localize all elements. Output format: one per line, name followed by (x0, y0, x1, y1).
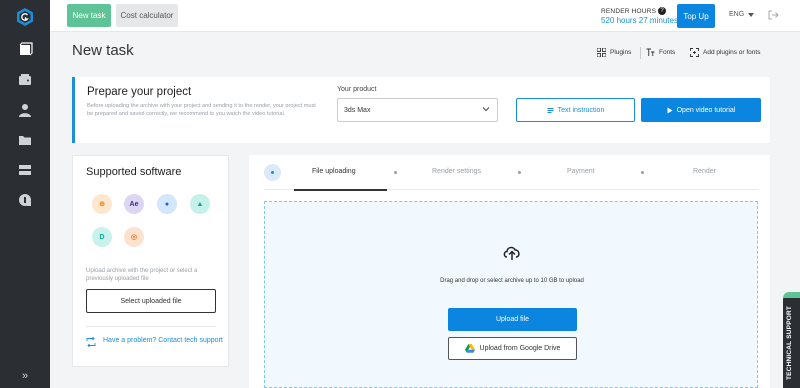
sidebar-item-knowledge[interactable] (0, 186, 50, 214)
logo-icon[interactable] (15, 7, 35, 27)
cinema4d-icon: ● (157, 194, 177, 214)
render-hours-value: 520 hours 27 minutes (601, 16, 678, 25)
google-drive-label: Upload from Google Drive (479, 345, 561, 352)
technical-support-label: TECHNICAL SUPPORT (786, 305, 793, 380)
product-label: Your product (337, 86, 377, 93)
step-separator (641, 171, 644, 174)
cloud-upload-icon (503, 246, 520, 260)
select-uploaded-file-button[interactable]: Select uploaded file (86, 289, 216, 313)
cube-icon (19, 42, 33, 56)
step-render[interactable]: Render (693, 168, 716, 175)
page-title: New task (72, 42, 134, 59)
sidebar-expand-button[interactable]: » (0, 364, 50, 388)
upload-google-drive-button[interactable]: Upload from Google Drive (448, 337, 577, 360)
help-icon[interactable]: ? (658, 7, 667, 15)
contact-support-link[interactable]: Have a problem? Contact tech support (86, 336, 223, 347)
top-up-button[interactable]: Top Up (677, 4, 715, 28)
text-instruction-button[interactable]: Text instruction (516, 98, 635, 122)
corona-icon: ◎ (124, 227, 144, 247)
step-separator (394, 171, 397, 174)
prepare-title: Prepare your project (87, 86, 192, 98)
contact-support-label: Have a problem? Contact tech support (103, 337, 223, 344)
grid-icon (597, 48, 606, 57)
sidebar-item-files[interactable] (0, 126, 50, 154)
add-plugins-label: Add plugins or fonts (703, 49, 761, 56)
user-icon (19, 104, 31, 117)
upload-file-button[interactable]: Upload file (448, 308, 577, 331)
step-indicator-active (264, 164, 281, 181)
wallet-icon (19, 74, 31, 85)
text-instruction-label: Text instruction (557, 106, 605, 114)
product-value: 3ds Max (344, 106, 371, 114)
prepare-description: Before uploading the archive with your p… (87, 103, 316, 117)
top-bar: New task Cost calculator RENDER HOURS ? … (50, 0, 800, 32)
divider (86, 326, 216, 327)
new-task-button[interactable]: New task (67, 4, 111, 27)
sidebar-item-servers[interactable] (0, 156, 50, 184)
server-icon (19, 165, 31, 175)
upload-dropzone[interactable]: Drag and drop or select archive up to 10… (264, 201, 758, 388)
steps-bar: File uploading Render settings Payment R… (264, 160, 758, 191)
video-tutorial-label: Open video tutorial (676, 106, 736, 114)
sidebar-item-profile[interactable] (0, 96, 50, 124)
product-select[interactable]: 3ds Max (337, 98, 498, 122)
prepare-project-card: Prepare your project Before uploading th… (72, 77, 770, 143)
blender-icon: ⊕ (92, 194, 112, 214)
tools-divider (640, 47, 641, 59)
plugins-label: Plugins (610, 49, 632, 56)
step-separator (518, 171, 521, 174)
folder-icon (19, 136, 31, 145)
supported-software-card: Supported software ⊕ Ae ● ▲ D ◎ Upload a… (72, 155, 229, 367)
sidebar: » (0, 0, 50, 388)
support-accent (783, 292, 800, 298)
language-value: ENG (729, 11, 745, 18)
technical-support-tab[interactable]: TECHNICAL SUPPORT (783, 292, 800, 388)
render-hours-label: RENDER HOURS ? (601, 7, 667, 15)
houdini-icon: ▲ (190, 194, 210, 214)
add-plugins-link[interactable]: Add plugins or fonts (690, 48, 760, 57)
supported-software-title: Supported software (86, 166, 182, 178)
sidebar-item-tasks[interactable] (0, 36, 50, 64)
video-tutorial-button[interactable]: Open video tutorial (641, 98, 761, 122)
knowledge-icon (19, 194, 31, 206)
render-hours-label-text: RENDER HOURS (601, 7, 657, 15)
step-render-settings[interactable]: Render settings (432, 168, 481, 175)
fonts-link[interactable]: Fonts (646, 48, 675, 57)
upload-panel: File uploading Render settings Payment R… (249, 155, 770, 388)
sidebar-item-wallet[interactable] (0, 66, 50, 94)
font-icon (646, 48, 655, 56)
caret-down-icon (748, 12, 755, 17)
upload-hint: Upload archive with the project or selec… (86, 268, 198, 282)
google-drive-icon (464, 344, 475, 353)
step-payment[interactable]: Payment (567, 168, 595, 175)
step-file-uploading[interactable]: File uploading (312, 168, 356, 175)
chevron-down-icon (482, 107, 490, 112)
dimension-icon: D (92, 227, 112, 247)
after-effects-icon: Ae (124, 194, 144, 214)
active-step-underline (294, 189, 387, 191)
plugins-link[interactable]: Plugins (597, 48, 631, 57)
language-select[interactable]: ENG (729, 11, 755, 18)
play-icon (667, 107, 673, 113)
add-frame-icon (690, 48, 699, 57)
text-lines-icon (547, 107, 554, 113)
fonts-label: Fonts (659, 49, 676, 56)
swap-arrows-icon (86, 337, 96, 347)
logout-icon[interactable] (767, 9, 779, 21)
cost-calculator-button[interactable]: Cost calculator (116, 4, 178, 27)
dropzone-text: Drag and drop or select archive up to 10… (440, 278, 584, 284)
